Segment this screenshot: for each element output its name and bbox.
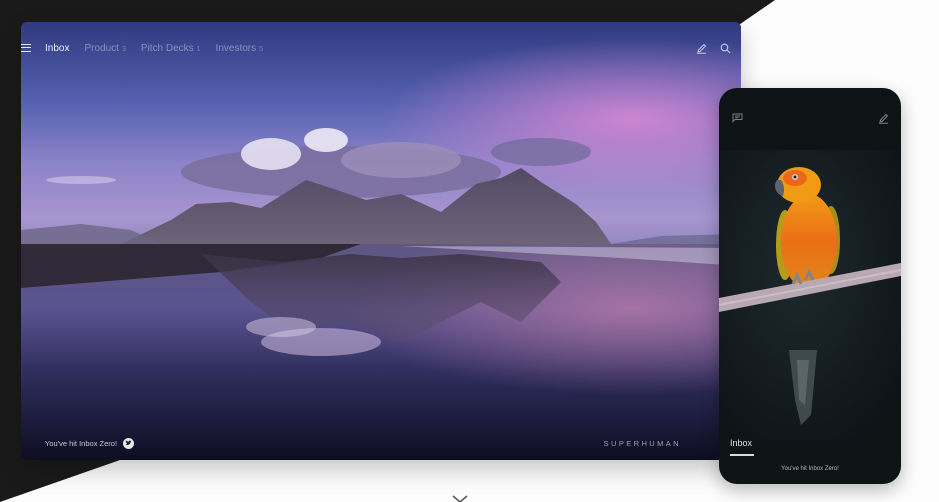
- top-navigation-bar: Inbox Product 3 Pitch Decks 1 Investors 5: [21, 22, 741, 74]
- tab-inbox[interactable]: Inbox: [45, 43, 69, 54]
- tab-count: 3: [121, 45, 126, 53]
- parrot-wallpaper: [719, 150, 901, 440]
- tab-pitch-decks[interactable]: Pitch Decks 1: [141, 43, 201, 54]
- chevron-down-icon[interactable]: [451, 494, 469, 502]
- toolbar-icons: [695, 42, 731, 54]
- hamburger-menu-icon[interactable]: [21, 22, 45, 74]
- chat-bubble-icon[interactable]: [731, 112, 743, 124]
- compose-pencil-icon[interactable]: [877, 112, 889, 124]
- landscape-wallpaper: [21, 22, 741, 460]
- footer-bar: You've hit Inbox Zero! SUPERHUMAN: [21, 426, 741, 460]
- tab-count: 1: [196, 45, 201, 53]
- tab-investors[interactable]: Investors 5: [216, 43, 263, 54]
- mobile-app-preview: Inbox You've hit Inbox Zero!: [719, 88, 901, 484]
- tab-count: 5: [259, 45, 264, 53]
- tab-product[interactable]: Product 3: [84, 43, 125, 54]
- mobile-tab-inbox[interactable]: Inbox: [730, 438, 752, 448]
- search-icon[interactable]: [719, 42, 731, 54]
- tab-label: Investors: [215, 42, 257, 54]
- tab-label: Product: [84, 42, 119, 54]
- inbox-zero-message: You've hit Inbox Zero!: [45, 437, 135, 449]
- desktop-app-window: Inbox Product 3 Pitch Decks 1 Investors 5: [21, 22, 741, 460]
- tab-label: Pitch Decks: [140, 42, 194, 54]
- tab-label: Inbox: [45, 42, 70, 54]
- page: Inbox Product 3 Pitch Decks 1 Investors 5: [0, 0, 939, 502]
- inbox-tabs: Inbox Product 3 Pitch Decks 1 Investors 5: [45, 43, 263, 54]
- active-tab-indicator: [730, 454, 754, 456]
- superhuman-logo: SUPERHUMAN: [603, 438, 681, 448]
- mobile-inbox-zero-text: You've hit Inbox Zero!: [781, 466, 839, 472]
- mobile-top-bar: [719, 108, 901, 128]
- inbox-zero-text: You've hit Inbox Zero!: [45, 438, 118, 448]
- compose-pencil-icon[interactable]: [695, 42, 707, 54]
- twitter-icon[interactable]: [123, 437, 135, 449]
